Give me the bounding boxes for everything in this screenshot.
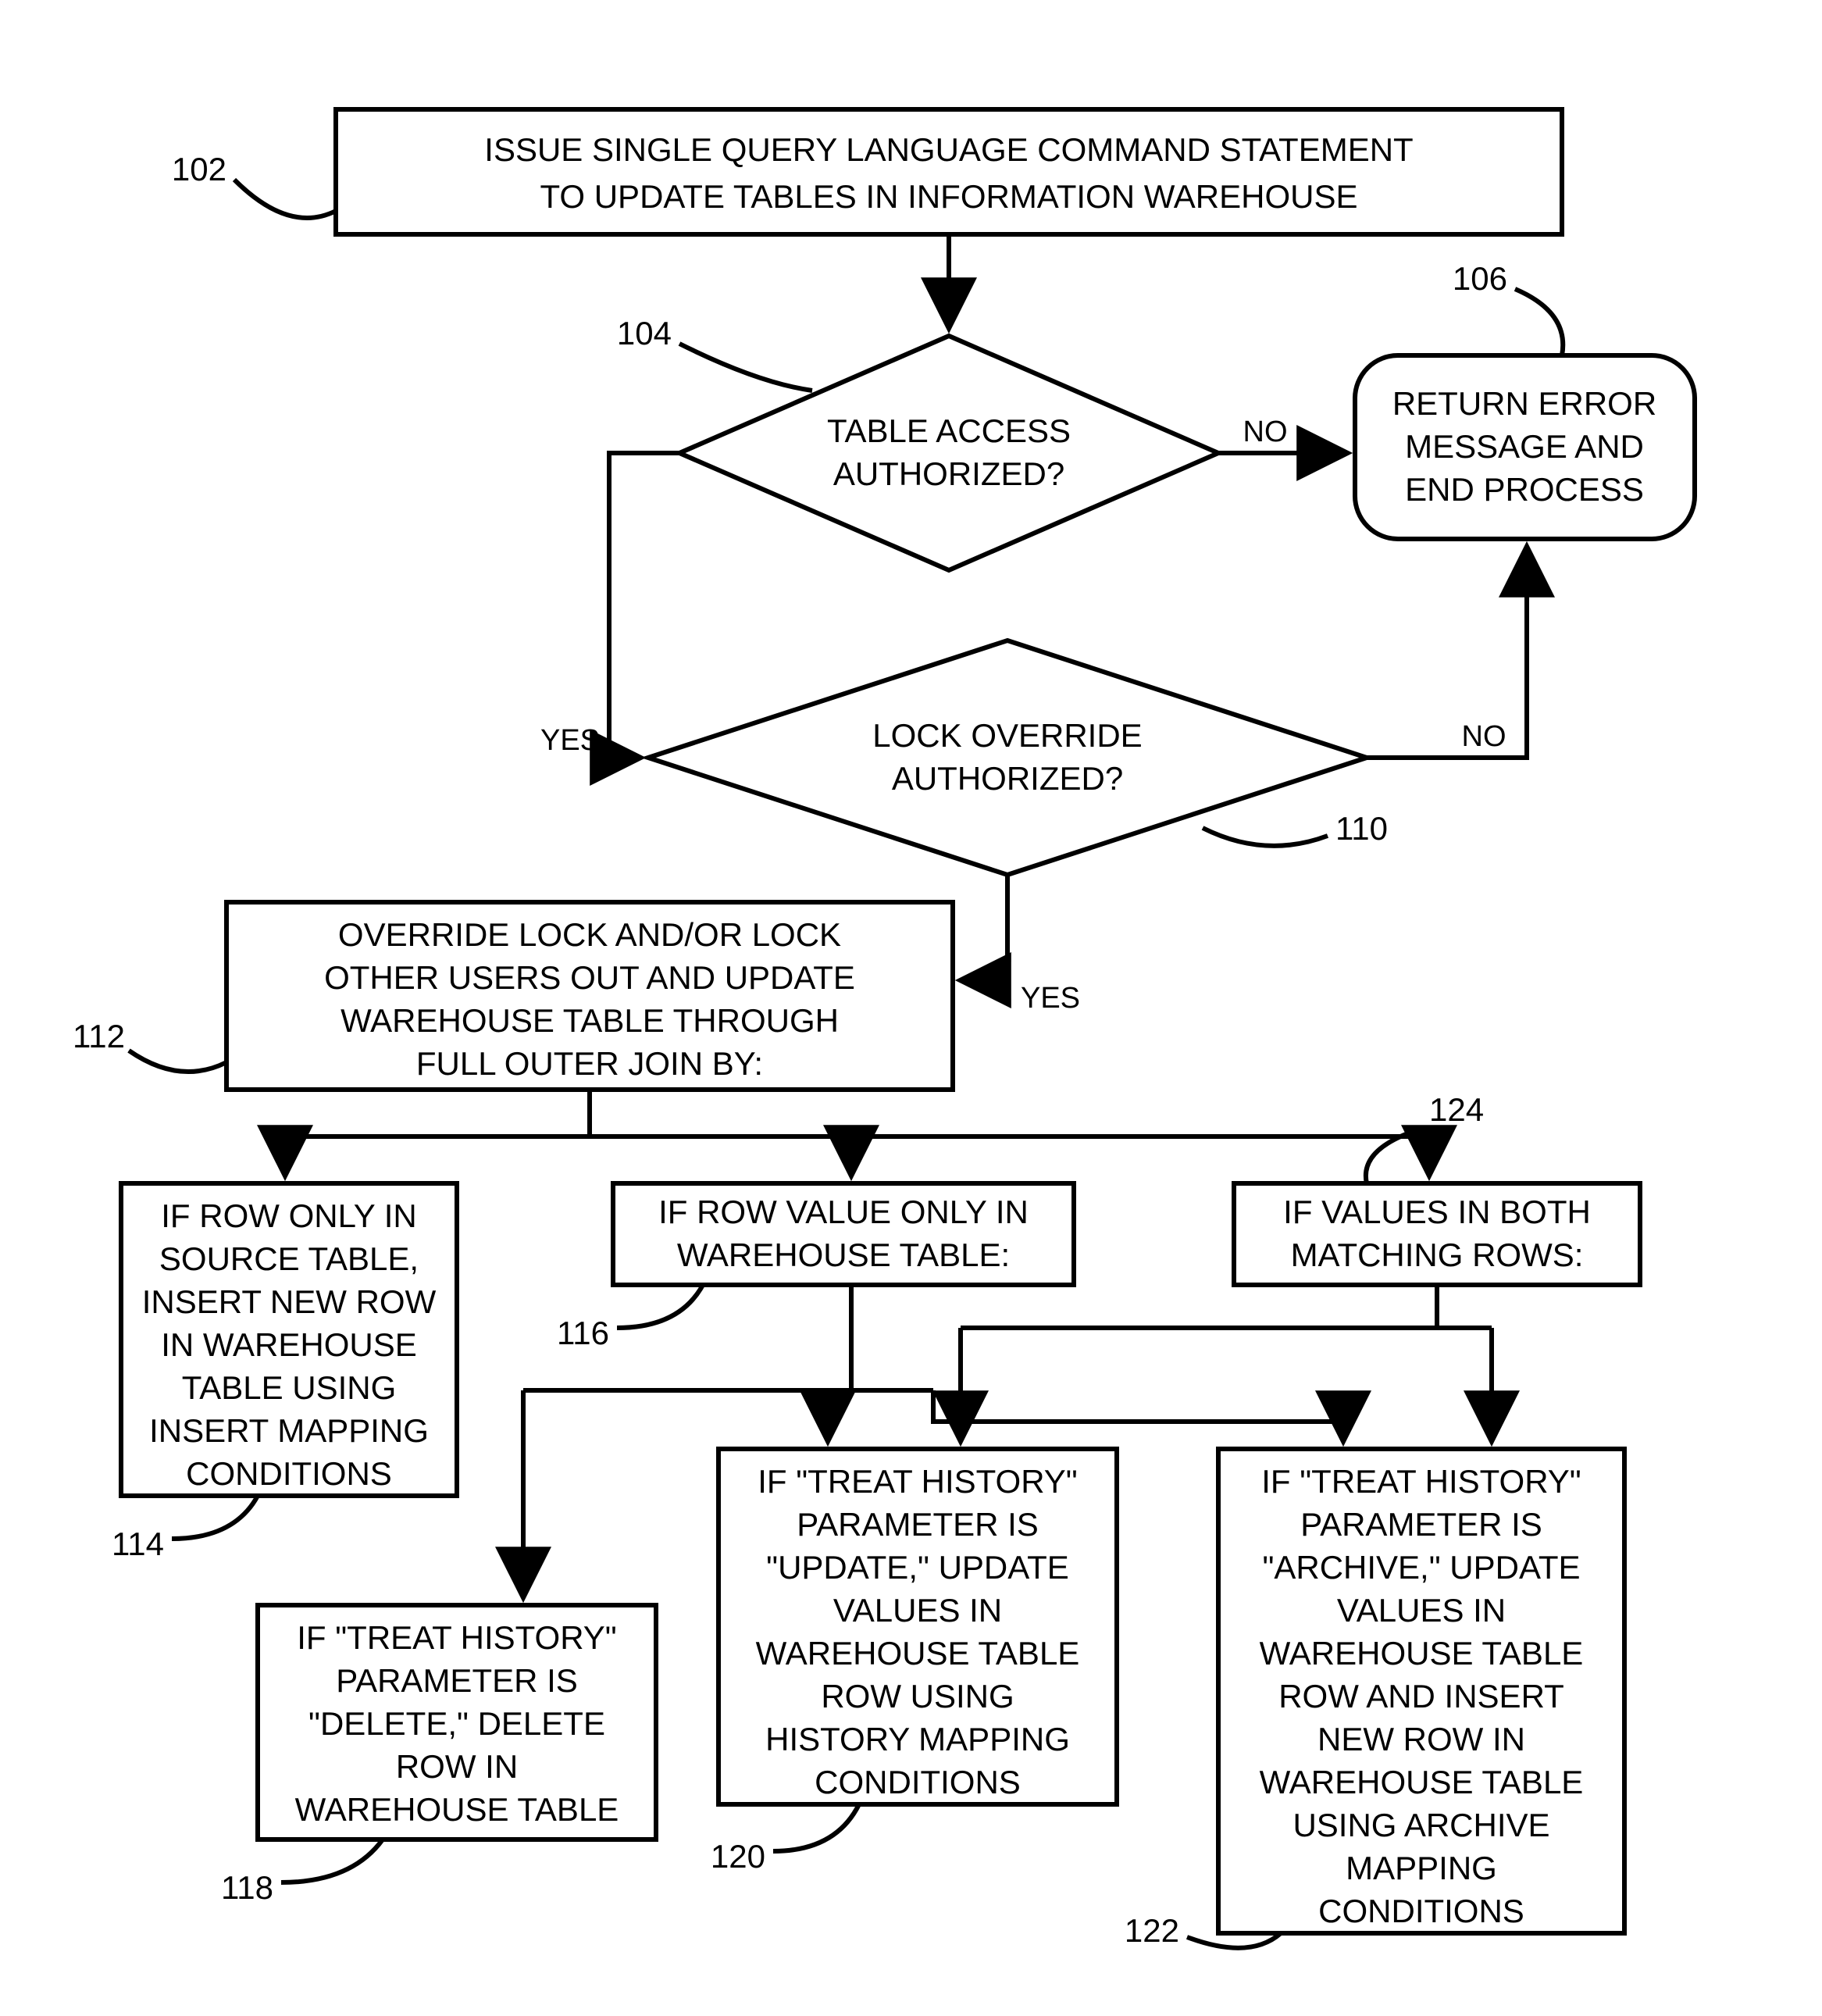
node-114-line2: SOURCE TABLE,	[159, 1240, 419, 1277]
node-102-line1: ISSUE SINGLE QUERY LANGUAGE COMMAND STAT…	[484, 131, 1413, 168]
ref-110: 110	[1335, 810, 1388, 847]
node-120-line6: ROW USING	[821, 1678, 1014, 1714]
node-112-line1: OVERRIDE LOCK AND/OR LOCK	[338, 916, 841, 953]
node-122-line1: IF "TREAT HISTORY"	[1261, 1463, 1581, 1500]
node-114-line5: TABLE USING	[182, 1369, 397, 1406]
edge-110-yes: YES	[1021, 982, 1080, 1015]
node-122-line8: WAREHOUSE TABLE	[1260, 1764, 1584, 1800]
node-106-line3: END PROCESS	[1405, 471, 1644, 508]
node-124-line1: IF VALUES IN BOTH	[1283, 1194, 1591, 1230]
ref-116: 116	[557, 1315, 609, 1351]
node-116-line1: IF ROW VALUE ONLY IN	[658, 1194, 1029, 1230]
node-112-line4: FULL OUTER JOIN BY:	[416, 1045, 763, 1082]
ref-124: 124	[1429, 1091, 1484, 1128]
node-122-treat-history-archive: IF "TREAT HISTORY" PARAMETER IS "ARCHIVE…	[1218, 1449, 1624, 1933]
node-118-line1: IF "TREAT HISTORY"	[297, 1619, 616, 1656]
node-118-line5: WAREHOUSE TABLE	[295, 1791, 619, 1828]
node-104-line2: AUTHORIZED?	[833, 455, 1064, 492]
node-112-line3: WAREHOUSE TABLE THROUGH	[341, 1002, 839, 1039]
ref-118: 118	[221, 1869, 273, 1906]
node-122-line5: WAREHOUSE TABLE	[1260, 1635, 1584, 1672]
node-114-line1: IF ROW ONLY IN	[161, 1197, 416, 1234]
ref-112: 112	[73, 1018, 125, 1054]
node-120-line3: "UPDATE," UPDATE	[766, 1549, 1069, 1586]
node-122-line3: "ARCHIVE," UPDATE	[1262, 1549, 1580, 1586]
node-106-line2: MESSAGE AND	[1405, 428, 1644, 465]
ref-122: 122	[1125, 1912, 1179, 1949]
node-122-line4: VALUES IN	[1337, 1592, 1506, 1629]
edge-104-yes: YES	[540, 724, 600, 757]
node-120-line7: HISTORY MAPPING	[765, 1721, 1070, 1757]
node-118-line4: ROW IN	[396, 1748, 518, 1785]
node-120-line8: CONDITIONS	[815, 1764, 1021, 1800]
edge-110-no: NO	[1462, 720, 1506, 753]
node-122-line6: ROW AND INSERT	[1278, 1678, 1564, 1714]
node-118-line3: "DELETE," DELETE	[308, 1705, 605, 1742]
node-104-line1: TABLE ACCESS	[827, 412, 1071, 449]
node-124-values-in-both: IF VALUES IN BOTH MATCHING ROWS:	[1234, 1183, 1640, 1285]
node-102-line2: TO UPDATE TABLES IN INFORMATION WAREHOUS…	[540, 178, 1357, 215]
node-114-line6: INSERT MAPPING	[149, 1412, 429, 1449]
ref-102: 102	[172, 151, 226, 187]
node-120-line5: WAREHOUSE TABLE	[756, 1635, 1080, 1672]
node-120-line2: PARAMETER IS	[797, 1506, 1039, 1543]
node-112-override-lock: OVERRIDE LOCK AND/OR LOCK OTHER USERS OU…	[226, 902, 953, 1090]
node-114-line4: IN WAREHOUSE	[161, 1326, 416, 1363]
node-110-lock-override-authorized: LOCK OVERRIDE AUTHORIZED?	[648, 640, 1367, 875]
node-124-line2: MATCHING ROWS:	[1291, 1236, 1584, 1273]
node-110-line1: LOCK OVERRIDE	[872, 717, 1142, 754]
node-122-line2: PARAMETER IS	[1300, 1506, 1542, 1543]
node-118-treat-history-delete: IF "TREAT HISTORY" PARAMETER IS "DELETE,…	[258, 1605, 656, 1839]
node-106-line1: RETURN ERROR	[1392, 385, 1656, 422]
node-114-row-only-source: IF ROW ONLY IN SOURCE TABLE, INSERT NEW …	[121, 1183, 457, 1496]
node-116-line2: WAREHOUSE TABLE:	[677, 1236, 1010, 1273]
node-116-row-only-warehouse: IF ROW VALUE ONLY IN WAREHOUSE TABLE:	[613, 1183, 1074, 1285]
edge-104-no: NO	[1243, 416, 1288, 448]
node-122-line10: MAPPING	[1346, 1850, 1497, 1886]
node-120-line1: IF "TREAT HISTORY"	[758, 1463, 1077, 1500]
node-112-line2: OTHER USERS OUT AND UPDATE	[324, 959, 855, 996]
node-106-return-error: RETURN ERROR MESSAGE AND END PROCESS	[1355, 355, 1695, 539]
node-120-treat-history-update: IF "TREAT HISTORY" PARAMETER IS "UPDATE,…	[718, 1449, 1117, 1804]
node-110-line2: AUTHORIZED?	[892, 760, 1123, 797]
node-114-line7: CONDITIONS	[186, 1455, 392, 1492]
node-104-table-access-authorized: TABLE ACCESS AUTHORIZED?	[679, 336, 1218, 570]
ref-104: 104	[617, 315, 672, 351]
node-102-issue-query: ISSUE SINGLE QUERY LANGUAGE COMMAND STAT…	[336, 109, 1562, 234]
node-118-line2: PARAMETER IS	[336, 1662, 578, 1699]
node-120-line4: VALUES IN	[833, 1592, 1002, 1629]
ref-106: 106	[1453, 260, 1507, 297]
ref-114: 114	[112, 1525, 164, 1562]
node-122-line9: USING ARCHIVE	[1293, 1807, 1549, 1843]
node-114-line3: INSERT NEW ROW	[142, 1283, 437, 1320]
node-122-line11: CONDITIONS	[1318, 1893, 1524, 1929]
ref-120: 120	[711, 1838, 765, 1875]
node-122-line7: NEW ROW IN	[1317, 1721, 1525, 1757]
flowchart: ISSUE SINGLE QUERY LANGUAGE COMMAND STAT…	[0, 0, 1822, 2016]
